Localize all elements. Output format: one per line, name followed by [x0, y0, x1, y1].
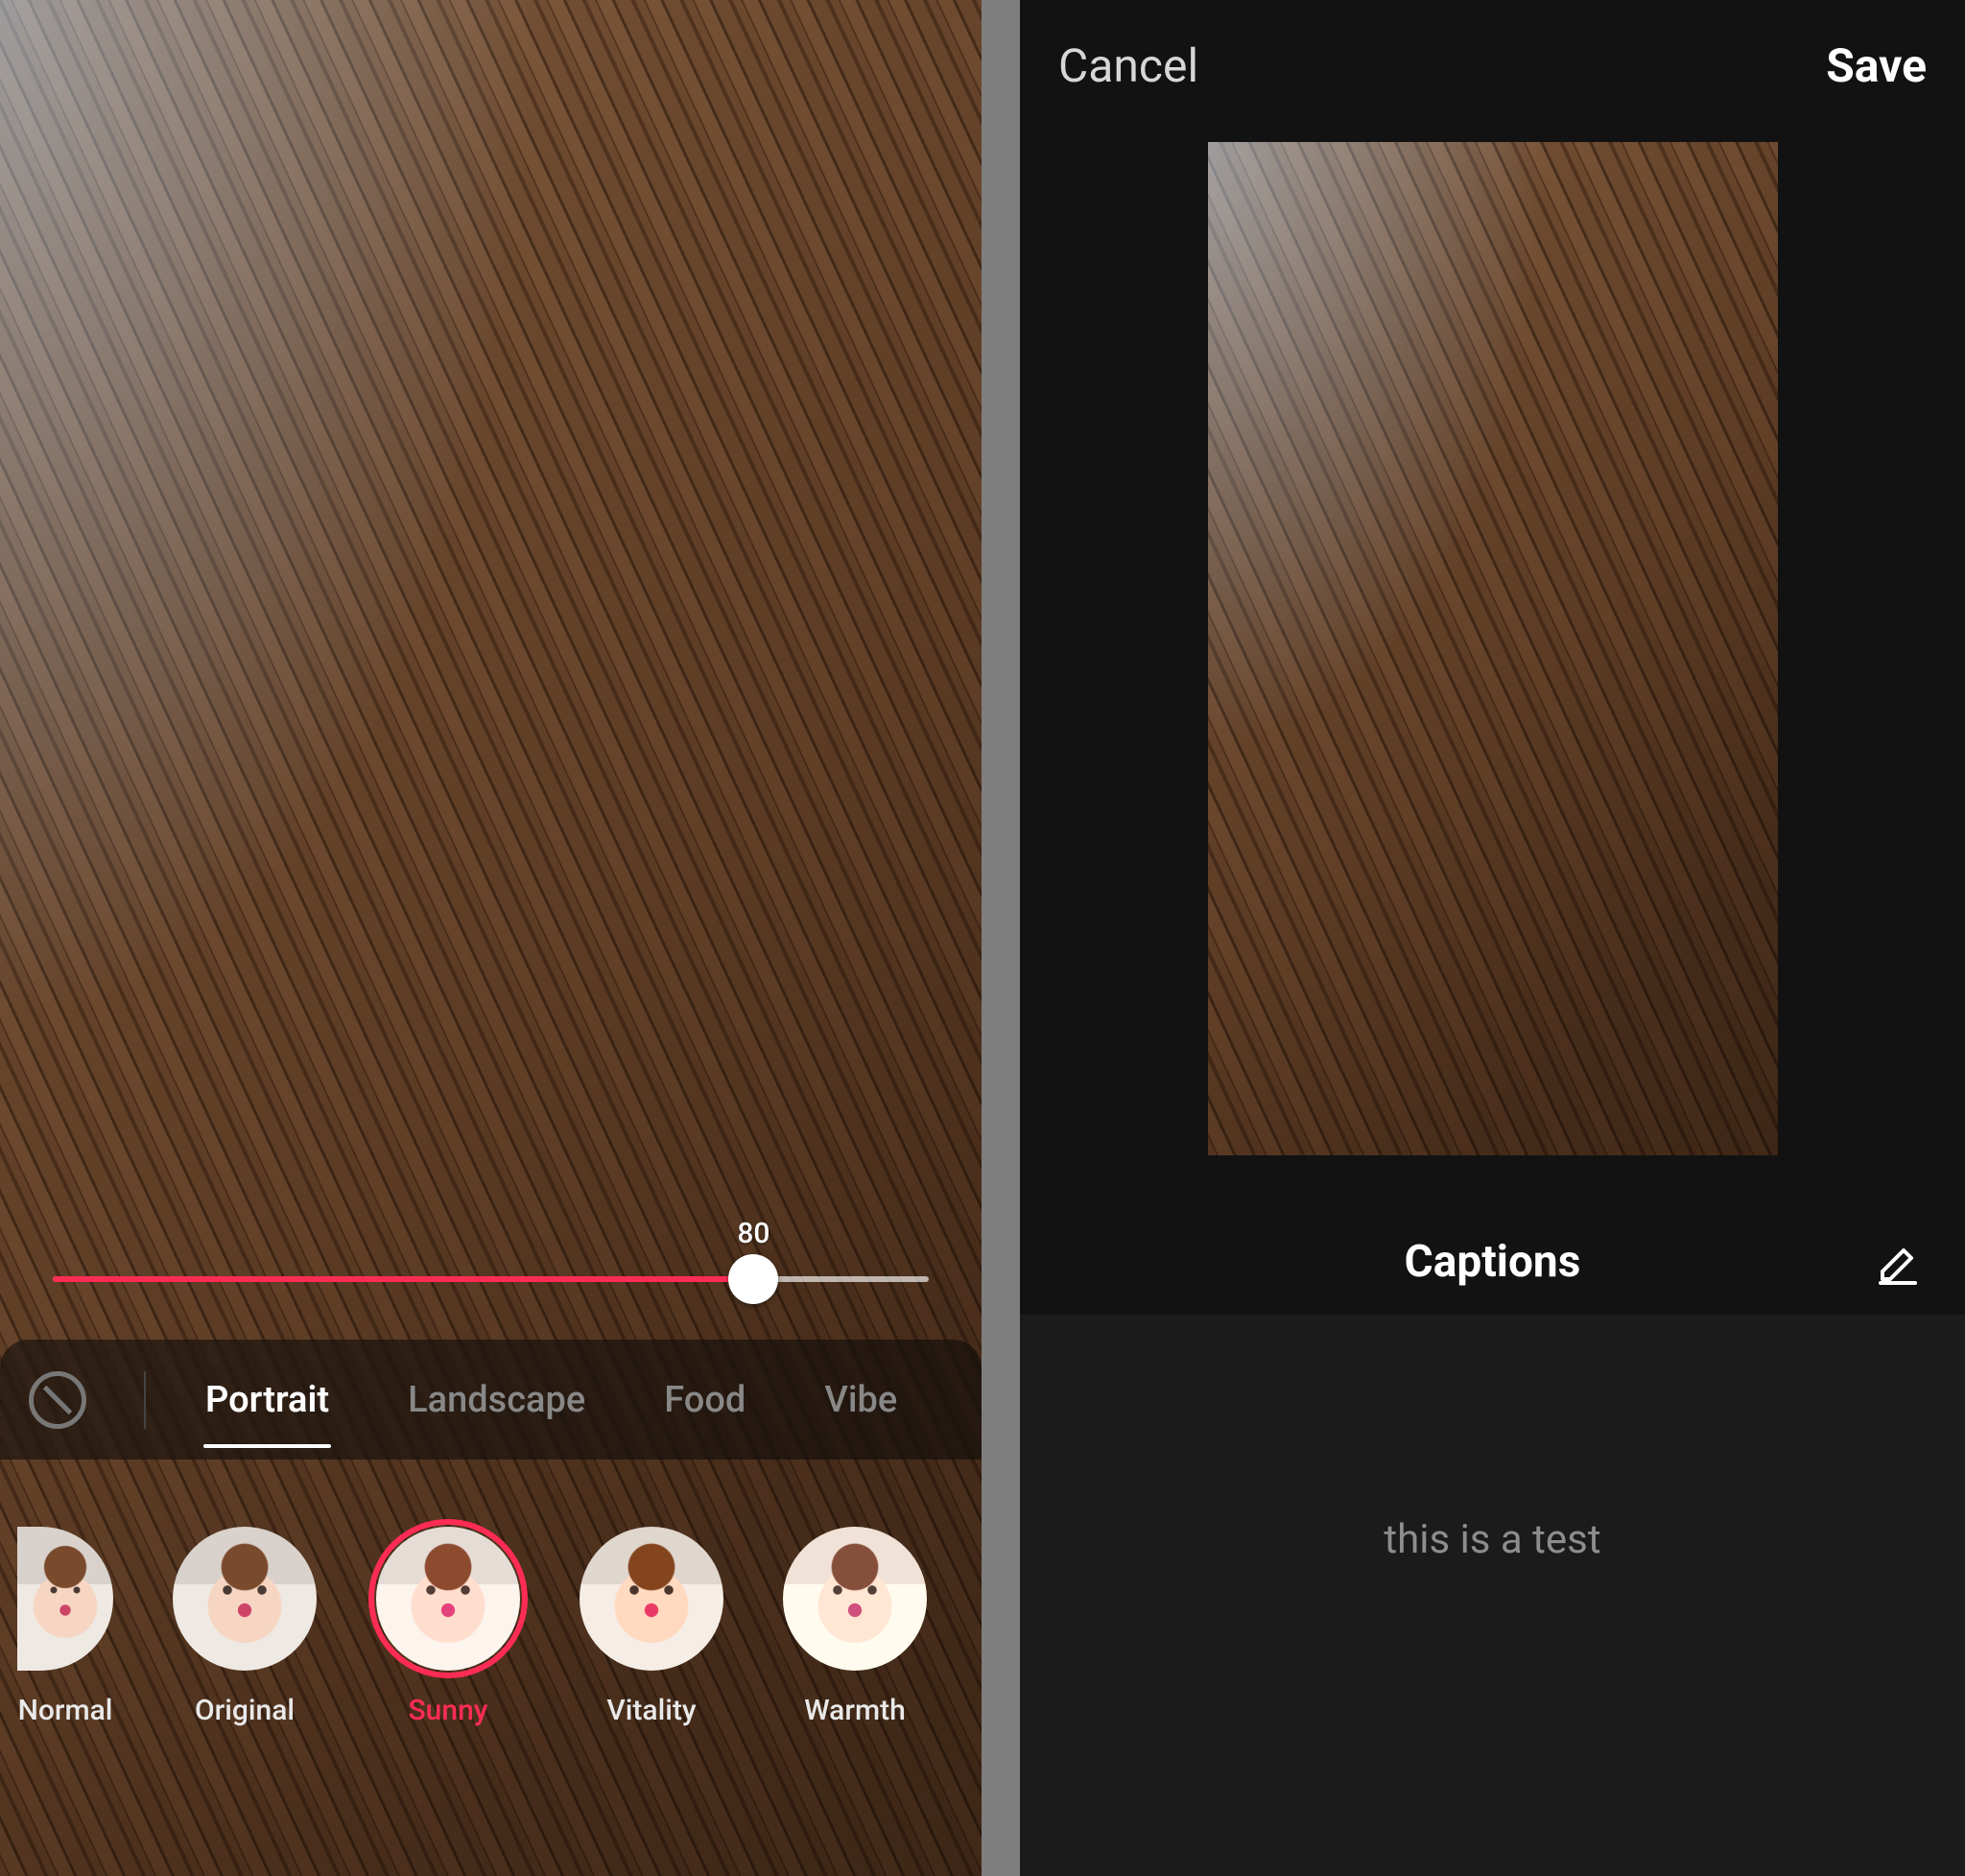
filter-label-original: Original [195, 1694, 295, 1727]
captions-section-header: Captions [1020, 1209, 1965, 1316]
filter-thumb-vitality[interactable] [580, 1527, 723, 1671]
caption-text-area[interactable]: this is a test [1020, 1315, 1965, 1876]
screen-divider [982, 0, 1020, 1876]
filter-label-vitality: Vitality [606, 1694, 696, 1727]
filter-thumb-original[interactable] [173, 1527, 317, 1671]
edit-caption-button[interactable] [1875, 1239, 1921, 1285]
slider-thumb[interactable] [728, 1254, 778, 1304]
cancel-button[interactable]: Cancel [1058, 38, 1198, 93]
tab-food[interactable]: Food [662, 1369, 747, 1431]
filter-category-tabs: Portrait Landscape Food Vibe [0, 1340, 982, 1460]
filter-editor-screen: 80 Portrait Landscape Food Vibe Normal Origi… [0, 0, 982, 1876]
captions-header-bar: Cancel Save [1058, 38, 1927, 93]
slider-value-label: 80 [737, 1217, 769, 1250]
save-button[interactable]: Save [1826, 38, 1927, 93]
captions-title: Captions [1405, 1236, 1581, 1288]
filter-thumb-warmth[interactable] [783, 1527, 927, 1671]
filter-label-warmth: Warmth [804, 1694, 906, 1727]
caption-preview-image [1208, 142, 1778, 1155]
pencil-icon [1875, 1239, 1921, 1285]
filter-preset-strip[interactable]: Normal Original Sunny Vitality Warmth [0, 1492, 982, 1761]
captions-screen: Cancel Save Captions this is a test [1020, 0, 1965, 1876]
filter-thumb-normal[interactable] [17, 1527, 113, 1671]
slider-fill [53, 1276, 753, 1282]
filter-original[interactable]: Original [173, 1527, 317, 1727]
filter-normal[interactable]: Normal [17, 1527, 113, 1727]
filter-vitality[interactable]: Vitality [580, 1527, 723, 1727]
filter-intensity-slider[interactable]: 80 [53, 1228, 929, 1343]
captions-photo-preview[interactable] [1208, 142, 1778, 1155]
filter-warmth[interactable]: Warmth [783, 1527, 927, 1727]
no-filter-icon[interactable] [29, 1371, 86, 1429]
tab-separator [144, 1371, 146, 1429]
filter-sunny[interactable]: Sunny [376, 1527, 520, 1727]
tab-vibe[interactable]: Vibe [822, 1369, 899, 1431]
tab-portrait[interactable]: Portrait [203, 1369, 331, 1431]
filter-thumb-sunny[interactable] [376, 1527, 520, 1671]
filter-label-sunny: Sunny [409, 1694, 488, 1727]
filter-label-normal: Normal [18, 1694, 113, 1727]
caption-text: this is a test [1384, 1516, 1600, 1563]
tab-landscape[interactable]: Landscape [406, 1369, 587, 1431]
